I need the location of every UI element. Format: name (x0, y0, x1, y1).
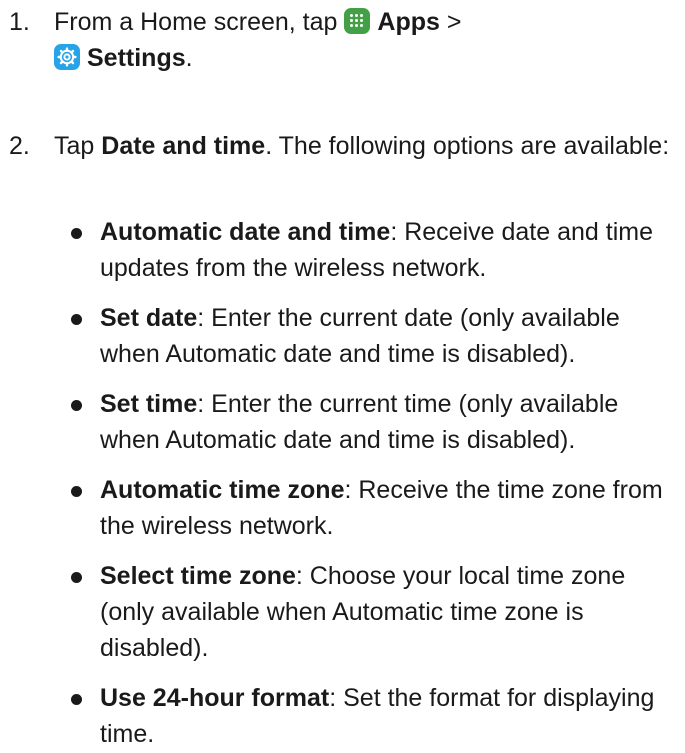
step-text: From a Home screen, tap Apps > Settings. (54, 8, 462, 72)
settings-gear-icon (54, 44, 80, 70)
settings-label: Settings (87, 44, 186, 72)
step-number: 2. (9, 132, 30, 160)
step-number: 1. (9, 8, 30, 36)
bullet-dot (71, 228, 82, 239)
step-text: Tap Date and time. The following options… (54, 132, 670, 160)
bullet-dot (71, 400, 82, 411)
option-term: Select time zone (100, 562, 296, 590)
option-term: Set date (100, 304, 198, 332)
bullet-dot (71, 314, 82, 325)
date-and-time-label: Date and time (101, 132, 266, 160)
option-term: Automatic date and time (100, 218, 391, 246)
apps-label: Apps (377, 8, 440, 36)
option-term: Use 24-hour format (100, 684, 330, 712)
bullet-dot (71, 694, 82, 705)
option-term: Set time (100, 390, 198, 418)
option-term: Automatic time zone (100, 476, 345, 504)
bullet-dot (71, 486, 82, 497)
instructions-page: 1. From a Home screen, tap Apps > Settin… (0, 0, 685, 753)
bullet-dot (71, 572, 82, 583)
apps-icon (344, 8, 371, 34)
